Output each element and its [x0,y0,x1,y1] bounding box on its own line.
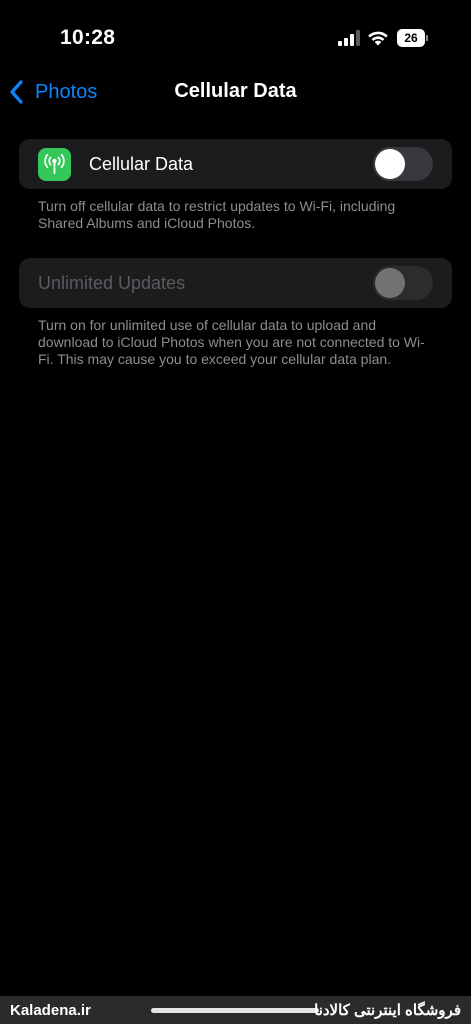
antenna-icon [38,148,71,181]
battery-cap [426,35,428,41]
banner-store-name: فروشگاه اینترنتی کالادنا [314,1002,461,1019]
home-indicator[interactable] [151,1008,319,1013]
unlimited-updates-row: Unlimited Updates [19,258,452,308]
banner-site-name: Kaladena.ir [10,1002,91,1019]
unlimited-updates-footer: Turn on for unlimited use of cellular da… [38,317,425,367]
cellular-data-footer: Turn off cellular data to restrict updat… [38,198,396,231]
cellular-signal-icon [338,30,360,46]
status-bar: 10:28 26 [0,0,471,60]
unlimited-updates-toggle[interactable] [373,266,433,300]
status-time: 10:28 [60,26,116,49]
toggle-knob [375,268,405,298]
battery-level: 26 [397,29,425,47]
page-title: Cellular Data [174,80,297,102]
cellular-data-label: Cellular Data [89,154,194,174]
cellular-data-toggle[interactable] [373,147,433,181]
toggle-knob [375,149,405,179]
navigation-bar: Photos Cellular Data [0,70,471,114]
wifi-icon [368,31,388,46]
battery-icon: 26 [397,29,429,47]
cellular-data-row: Cellular Data [19,139,452,189]
bottom-banner: Kaladena.ir فروشگاه اینترنتی کالادنا [0,996,471,1024]
unlimited-updates-label: Unlimited Updates [38,273,186,293]
